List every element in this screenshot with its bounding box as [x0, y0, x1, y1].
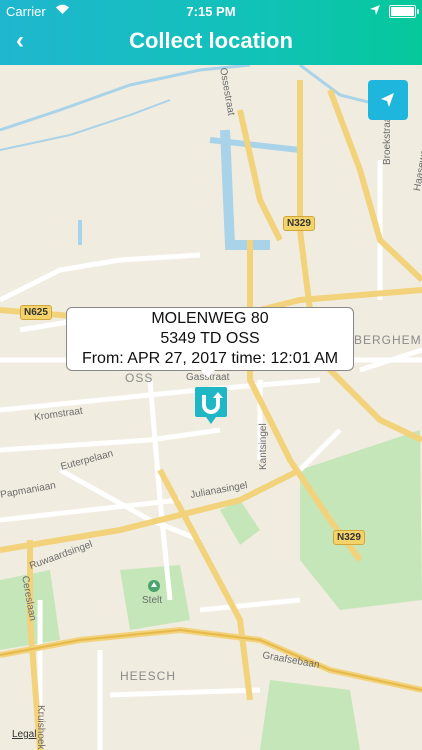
status-time: 7:15 PM [186, 4, 236, 19]
street-label: Kantsingel [258, 423, 269, 470]
status-bar: Carrier 7:15 PM [0, 0, 422, 22]
park-icon [148, 580, 160, 592]
place-label-heesch: HEESCH [120, 669, 177, 683]
callout-postcode: 5349 TD OSS [160, 330, 260, 347]
locate-button[interactable] [368, 80, 408, 120]
location-callout: MOLENWEG 80 5349 TD OSS From: APR 27, 20… [66, 307, 354, 371]
callout-address: MOLENWEG 80 [151, 310, 269, 327]
street-label: Kruishoek [35, 705, 46, 750]
callout-time: From: APR 27, 2017 time: 12:01 AM [81, 350, 339, 367]
place-label-berghem: BERGHEM [354, 333, 422, 347]
street-label: Broekstraat [382, 113, 393, 165]
u-marker-icon[interactable] [194, 385, 228, 425]
road-shield-n625: N625 [20, 305, 52, 320]
callout-tail [201, 370, 215, 378]
battery-icon [389, 5, 419, 18]
place-label-oss: OSS [125, 371, 154, 385]
road-shield-n329-south: N329 [333, 530, 365, 545]
place-label-stelt: Stelt [142, 595, 163, 606]
navigation-arrow-icon [381, 93, 394, 107]
location-arrow-icon [370, 5, 380, 15]
app-header: Carrier 7:15 PM ‹ Collect location [0, 0, 422, 65]
road-shield-n329-north: N329 [283, 216, 315, 231]
legal-link[interactable]: Legal [12, 729, 36, 740]
page-title: Collect location [129, 28, 293, 53]
